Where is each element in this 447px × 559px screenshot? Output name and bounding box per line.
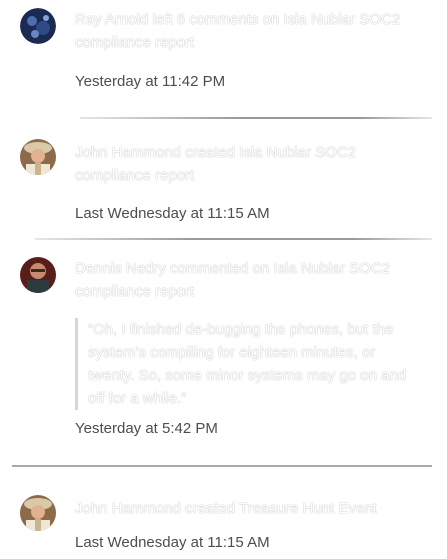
- timestamp: Last Wednesday at 11:15 AM: [75, 205, 270, 222]
- divider: [80, 117, 432, 119]
- avatar[interactable]: [20, 495, 56, 531]
- avatar[interactable]: [20, 8, 56, 44]
- activity-feed: Ray Arnold left 6 comments on Isla Nubla…: [0, 0, 447, 559]
- timestamp: Yesterday at 5:42 PM: [75, 420, 218, 437]
- activity-text: Dennis Nedry commented on Isla Nublar SO…: [75, 260, 391, 300]
- timestamp: Yesterday at 11:42 PM: [75, 73, 226, 90]
- comment-quote: “Oh, I finished de-bugging the phones, b…: [75, 318, 425, 410]
- activity-text: John Hammond created Isla Nublar SOC2 co…: [75, 144, 356, 184]
- avatar[interactable]: [20, 139, 56, 175]
- activity-text: Ray Arnold left 6 comments on Isla Nubla…: [75, 11, 401, 51]
- divider: [35, 238, 432, 240]
- avatar[interactable]: [20, 257, 56, 293]
- activity-text: John Hammond created Treasure Hunt Event: [75, 500, 377, 517]
- timestamp: Last Wednesday at 11:15 AM: [75, 534, 270, 551]
- divider: [12, 465, 432, 467]
